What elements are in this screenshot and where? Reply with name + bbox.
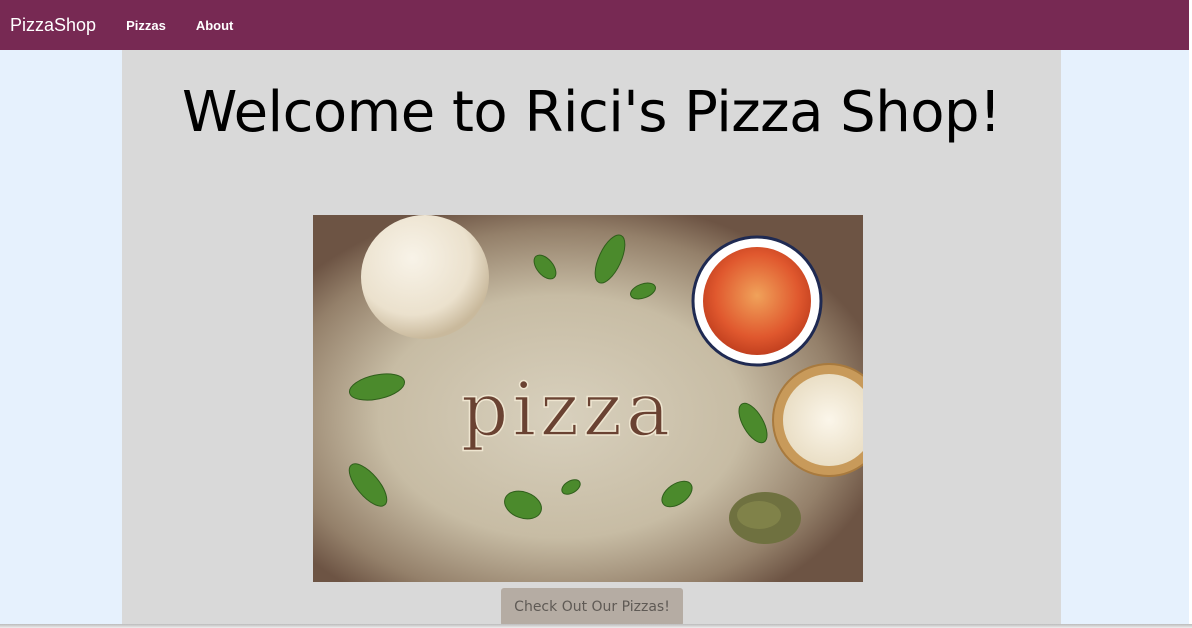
nav-link-about[interactable]: About xyxy=(196,18,234,33)
window-bottom-edge xyxy=(0,624,1192,628)
dough-ball xyxy=(361,215,489,339)
hero-image: pizza xyxy=(313,215,863,582)
top-navbar: PizzaShop Pizzas About xyxy=(0,0,1189,50)
nav-link-pizzas[interactable]: Pizzas xyxy=(126,18,166,33)
flour-word: pizza xyxy=(461,367,674,453)
tomato-sauce xyxy=(703,247,811,355)
main-content: Welcome to Rici's Pizza Shop! pizza Chec… xyxy=(122,50,1061,626)
page-title: Welcome to Rici's Pizza Shop! xyxy=(182,80,1001,145)
check-out-pizzas-button[interactable]: Check Out Our Pizzas! xyxy=(501,588,683,626)
brand-link[interactable]: PizzaShop xyxy=(10,15,96,36)
